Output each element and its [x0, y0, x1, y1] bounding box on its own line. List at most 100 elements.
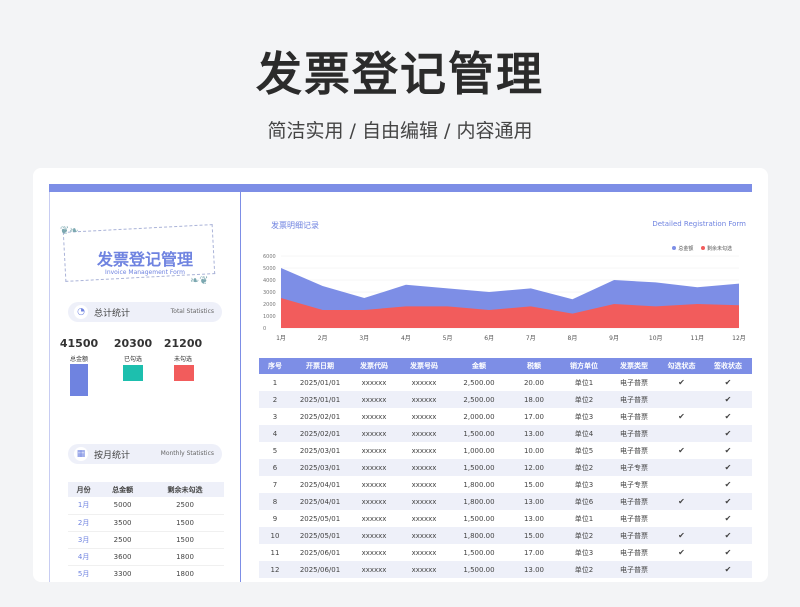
check-icon: ✔: [724, 548, 732, 557]
column-header: 发票号码: [399, 358, 449, 374]
table-row: 4月 3600 1800: [68, 548, 224, 566]
table-cell: 单位3: [574, 548, 594, 557]
check-icon: ✔: [678, 378, 685, 387]
table-cell: xxxxxx: [399, 425, 449, 442]
table-cell: 1月: [68, 497, 100, 515]
table-cell: xxxxxx: [399, 391, 449, 408]
table-cell: xxxxxx: [361, 548, 387, 557]
table-cell: 1,500.00: [463, 514, 495, 523]
x-tick-label: 12月: [732, 335, 746, 342]
table-cell: 2025/06/01: [299, 548, 341, 557]
x-tick-label: 10月: [649, 335, 663, 342]
table-cell: xxxxxx: [349, 459, 399, 476]
table-cell: 单位5: [559, 578, 609, 582]
calendar-icon: ▦: [74, 447, 88, 461]
table-cell: 电子普票: [609, 425, 659, 442]
table-cell: 13: [259, 578, 291, 582]
table-cell: 单位2: [559, 391, 609, 408]
check-icon: [659, 561, 704, 578]
table-cell: 2025/03/01: [299, 446, 341, 455]
y-tick-label: 5000: [263, 266, 276, 272]
check-icon: ✔: [724, 378, 732, 387]
y-tick-label: 4000: [263, 278, 276, 284]
table-cell: 3500: [99, 514, 146, 532]
table-cell: 13.00: [509, 561, 559, 578]
table-row: 1月 5000 2500: [68, 497, 224, 515]
table-cell: 18.00: [509, 391, 559, 408]
table-cell: 17.00: [523, 412, 545, 421]
page-subtitle: 简洁实用 / 自由编辑 / 内容通用: [267, 120, 533, 142]
table-cell: 单位1: [574, 378, 594, 387]
check-icon: [659, 476, 704, 493]
table-cell: 2,500.00: [449, 391, 509, 408]
column-header: 月份: [68, 482, 100, 497]
table-cell: 17.00: [523, 548, 545, 557]
detail-area: 发票明细记录 Detailed Registration Form 总金额 剩余…: [259, 192, 752, 582]
table-cell: xxxxxx: [411, 548, 437, 557]
check-icon: ✔: [724, 412, 732, 421]
x-tick-label: 1月: [276, 335, 286, 342]
table-cell: 12: [259, 561, 291, 578]
table-cell: 2025/01/01: [299, 378, 341, 387]
table-cell: 2,500.00: [463, 378, 495, 387]
table-cell: 2025/02/01: [299, 412, 341, 421]
table-cell: 电子专票: [609, 459, 659, 476]
table-row: 6 2025/03/01 xxxxxx xxxxxx 1,500.00 12.00 单位2 电…: [259, 459, 752, 476]
table-cell: xxxxxx: [411, 480, 437, 489]
table-cell: xxxxxx: [349, 391, 399, 408]
column-header: 金额: [449, 358, 509, 374]
table-cell: 电子普票: [620, 514, 648, 523]
total-stats-sub: Total Statistics: [170, 308, 214, 315]
table-cell: 3300: [99, 565, 146, 582]
column-header: 税额: [509, 358, 559, 374]
table-cell: 单位6: [559, 493, 609, 510]
table-cell: 7: [272, 480, 278, 489]
table-cell: 2,000.00: [463, 412, 495, 421]
table-cell: 13.00: [523, 514, 545, 523]
x-tick-label: 8月: [568, 335, 578, 342]
table-cell: xxxxxx: [399, 493, 449, 510]
table-cell: 1500: [145, 531, 224, 549]
chart-title: 发票明细记录: [271, 221, 319, 230]
table-cell: 1,500.00: [449, 561, 509, 578]
top-accent-bar: [49, 184, 752, 192]
table-cell: 电子专票: [620, 480, 648, 489]
table-cell: 9: [272, 514, 278, 523]
table-cell: 10: [259, 527, 291, 544]
table-cell: 1,500.00: [449, 459, 509, 476]
page-title: 发票登记管理: [256, 47, 544, 101]
stat-bar: [123, 365, 143, 381]
check-icon: ✔: [659, 527, 704, 544]
table-cell: xxxxxx: [399, 527, 449, 544]
table-cell: 8: [259, 493, 291, 510]
column-header: 签收状态: [704, 358, 752, 374]
table-cell: 1: [272, 378, 278, 387]
table-cell: 1,000.00: [463, 446, 495, 455]
table-cell: 电子普票: [609, 493, 659, 510]
check-icon: ✔: [704, 578, 752, 582]
table-cell: 电子普票: [609, 527, 659, 544]
stat-value: 41500: [59, 337, 99, 350]
column-header: 销方单位: [559, 358, 609, 374]
table-row: 3月 2500 1500: [68, 531, 224, 549]
logo-title: 发票登记管理: [96, 250, 193, 269]
logo-subtitle: Invoice Management Form: [105, 269, 185, 276]
area-chart: 6000 5000 4000 3000 2000 1000 0 1月 2月 3月 4月 5月 6月 7月 8…: [263, 254, 746, 342]
stat-bar: [174, 365, 194, 381]
column-header: 发票类型: [609, 358, 659, 374]
stat-label: 已勾选: [123, 356, 142, 363]
check-icon: ✔: [724, 446, 732, 455]
total-stats-header: ◔ 总计统计 Total Statistics: [68, 302, 222, 322]
leaf-decoration-icon: ❦❧: [60, 224, 79, 237]
table-cell: xxxxxx: [399, 459, 449, 476]
total-stats-title: 总计统计: [94, 309, 131, 319]
table-cell: 13.00: [509, 493, 559, 510]
table-cell: xxxxxx: [399, 561, 449, 578]
table-cell: 5: [272, 446, 278, 455]
table-cell: xxxxxx: [411, 514, 437, 523]
table-row: 2 2025/01/01 xxxxxx xxxxxx 2,500.00 18.00 单位2 电…: [259, 391, 752, 408]
stat-label: 总金额: [69, 356, 88, 363]
check-icon: ✔: [724, 480, 732, 489]
table-cell: 2025/05/01: [291, 527, 349, 544]
table-cell: 1800: [145, 548, 224, 566]
